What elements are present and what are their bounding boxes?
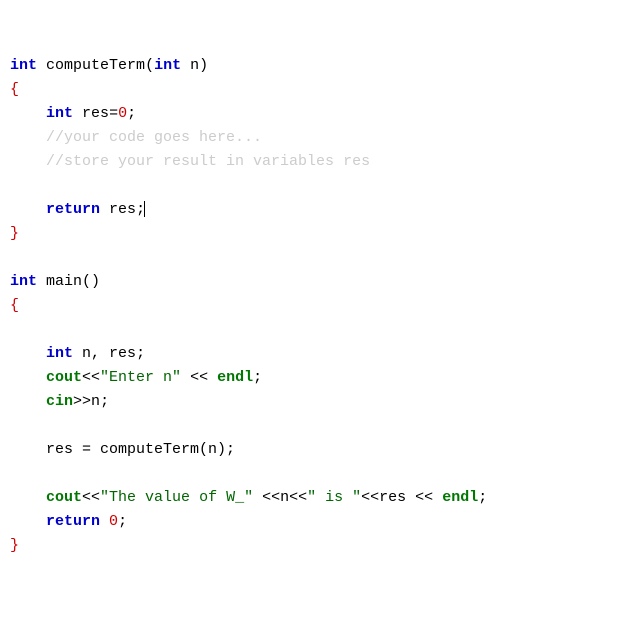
paren-open: ( — [145, 57, 154, 74]
number: 0 — [118, 105, 127, 122]
comment: //store your result in variables res — [46, 153, 370, 170]
endl: endl — [442, 489, 478, 506]
op: << — [82, 489, 100, 506]
semicolon: ; — [226, 441, 235, 458]
semicolon: ; — [118, 513, 127, 530]
eq: = — [109, 105, 118, 122]
op: << — [289, 489, 307, 506]
semicolon: ; — [478, 489, 487, 506]
keyword-int: int — [46, 105, 73, 122]
brace-close: } — [10, 225, 19, 242]
semicolon: ; — [253, 369, 262, 386]
cout: cout — [46, 369, 82, 386]
code-block: int computeTerm(int n) { int res=0; //yo… — [10, 54, 634, 558]
var: n — [91, 393, 100, 410]
cout: cout — [46, 489, 82, 506]
semicolon: ; — [100, 393, 109, 410]
keyword-return: return — [46, 201, 100, 218]
var: res — [379, 489, 406, 506]
param: n — [190, 57, 199, 74]
keyword-int: int — [10, 57, 37, 74]
string: "The value of W_" — [100, 489, 253, 506]
op: << — [253, 489, 280, 506]
var: n — [280, 489, 289, 506]
var: res — [82, 105, 109, 122]
op: << — [181, 369, 217, 386]
paren-close: ) — [199, 57, 208, 74]
string: " is " — [307, 489, 361, 506]
text-cursor — [144, 201, 145, 217]
string: "Enter n" — [100, 369, 181, 386]
func-name: computeTerm — [46, 57, 145, 74]
number: 0 — [109, 513, 118, 530]
brace-close: } — [10, 537, 19, 554]
op: << — [406, 489, 442, 506]
op: << — [361, 489, 379, 506]
brace-open: { — [10, 81, 19, 98]
keyword-int: int — [10, 273, 37, 290]
var: res — [109, 201, 136, 218]
comment: //your code goes here... — [46, 129, 262, 146]
endl: endl — [217, 369, 253, 386]
cin: cin — [46, 393, 73, 410]
assign-expr: res = computeTerm(n) — [46, 441, 226, 458]
semicolon: ; — [127, 105, 136, 122]
op: >> — [73, 393, 91, 410]
keyword-return: return — [46, 513, 100, 530]
func-name: main — [46, 273, 82, 290]
keyword-int: int — [46, 345, 73, 362]
vars: n, res — [82, 345, 136, 362]
semicolon: ; — [136, 345, 145, 362]
brace-open: { — [10, 297, 19, 314]
parens: () — [82, 273, 100, 290]
keyword-int: int — [154, 57, 181, 74]
op: << — [82, 369, 100, 386]
